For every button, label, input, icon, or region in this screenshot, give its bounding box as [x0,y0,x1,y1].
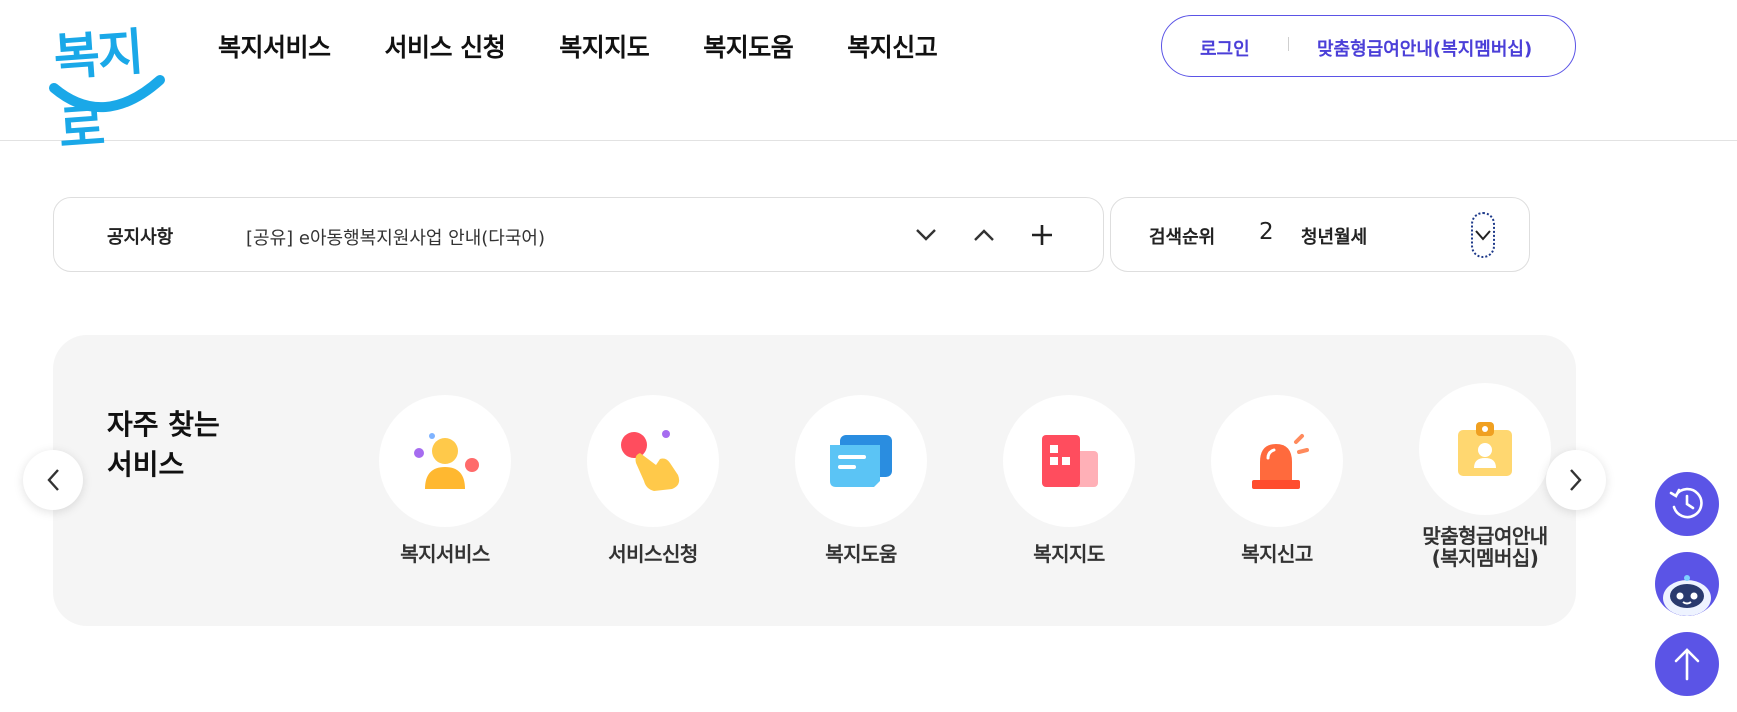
ranking-label: 검색순위 [1149,227,1216,248]
title-line-1: 자주 찾는 [107,408,220,441]
chevron-down-icon [916,229,936,241]
service-label-line-1: 맞춤형급여안내 [1422,524,1548,548]
chat-bubble-icon [830,435,892,487]
service-label: 서비스신청 [608,542,698,566]
nav-service-apply[interactable]: 서비스 신청 [385,28,506,64]
service-icon-circle [587,395,719,527]
nav-welfare-map[interactable]: 복지지도 [559,28,650,64]
ranking-number: 2 [1259,219,1274,245]
history-icon [1669,487,1703,519]
ranking-keyword[interactable]: 청년월세 [1301,223,1367,249]
service-icon-circle [1003,395,1135,527]
site-logo[interactable]: 복지로 [48,12,168,159]
divider [1288,37,1289,51]
service-map[interactable]: 복지지도 [989,395,1149,565]
search-ranking: 검색순위 2 청년월세 [1110,197,1530,272]
service-label: 복지지도 [1033,542,1105,566]
notice-more-button[interactable] [1023,216,1061,254]
service-welfare[interactable]: 복지서비스 [365,395,525,565]
service-icon-circle [379,395,511,527]
id-card-icon [1458,422,1512,476]
ranking-expand-button[interactable] [1471,212,1495,258]
chevron-up-icon [974,229,994,241]
service-membership[interactable]: 맞춤형급여안내 (복지멤버십) [1405,383,1565,569]
chatbot-icon [1663,575,1711,616]
notice-bar: 공지사항 [공유] e아동행복지원사업 안내(다국어) [53,197,1104,272]
chevron-left-icon [47,469,59,491]
service-label: 복지신고 [1241,542,1313,566]
carousel-next-button[interactable] [1546,450,1606,510]
service-help[interactable]: 복지도움 [781,395,941,565]
logo-smile-icon [49,75,165,113]
service-label: 복지서비스 [400,542,490,566]
person-icon [414,433,479,489]
arrow-up-icon [1674,648,1700,681]
recent-history-button[interactable] [1655,472,1719,536]
service-icon-circle [1419,383,1551,515]
chatbot-button[interactable] [1655,552,1719,616]
siren-icon [1252,434,1309,489]
nav-welfare-report[interactable]: 복지신고 [847,28,938,64]
chevron-down-icon [1475,230,1491,241]
frequent-services-panel: 자주 찾는 서비스 복지서비스 서비스신청 복지도움 복지지도 복지신고 맞춤형… [53,335,1576,626]
service-icon-circle [795,395,927,527]
notice-prev-button[interactable] [965,216,1003,254]
service-apply[interactable]: 서비스신청 [573,395,733,565]
service-icon-circle [1211,395,1343,527]
scroll-top-button[interactable] [1655,632,1719,696]
title-line-2: 서비스 [107,448,185,481]
account-links: 로그인 맞춤형급여안내(복지멤버십) [1161,15,1576,77]
site-header: 복지로 복지서비스 서비스 신청 복지지도 복지도움 복지신고 로그인 맞춤형급… [0,0,1737,159]
nav-welfare-help[interactable]: 복지도움 [703,28,794,64]
login-link[interactable]: 로그인 [1200,35,1250,61]
membership-link[interactable]: 맞춤형급여안내(복지멤버십) [1317,35,1532,61]
chevron-right-icon [1570,469,1582,491]
nav-welfare-services[interactable]: 복지서비스 [218,28,331,64]
notice-text[interactable]: [공유] e아동행복지원사업 안내(다국어) [246,224,545,250]
service-report[interactable]: 복지신고 [1197,395,1357,565]
carousel-prev-button[interactable] [23,450,83,510]
notice-label: 공지사항 [107,227,174,248]
main-nav: 복지서비스 서비스 신청 복지지도 복지도움 복지신고 [218,28,991,64]
plus-icon [1032,225,1052,245]
building-icon [1042,435,1098,487]
notice-next-button[interactable] [907,216,945,254]
hand-tap-icon [621,430,680,491]
service-label: 복지도움 [825,542,897,566]
service-label: 맞춤형급여안내 (복지멤버십) [1405,525,1565,569]
service-label-line-2: (복지멤버십) [1431,546,1539,570]
frequent-services-title: 자주 찾는 서비스 [107,405,220,485]
